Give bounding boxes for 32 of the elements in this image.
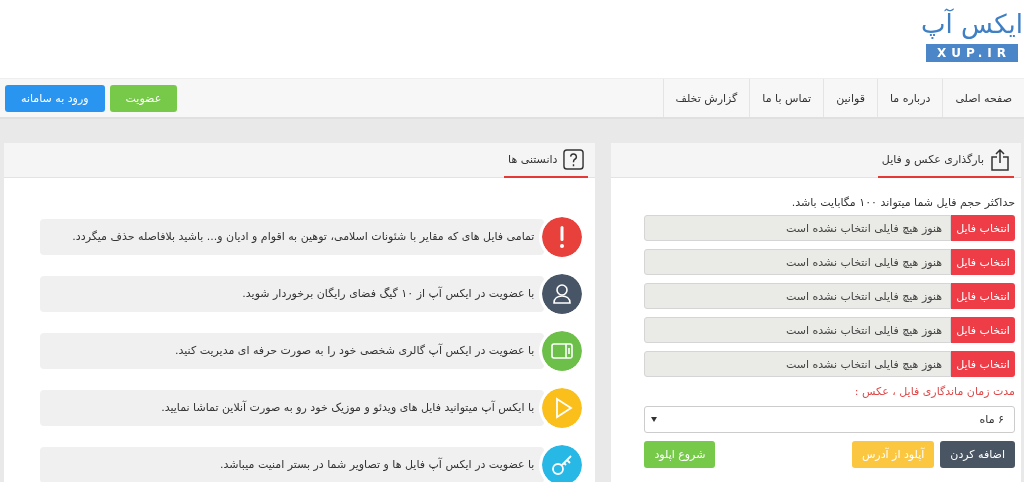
tip-text: با ایکس آپ میتوانید فایل های ویدئو و موزیک خود رو به صورت آنلاین تماشا نمایید.: [40, 390, 545, 426]
tab-label: دانستنی ها: [508, 153, 558, 166]
tab-label: بارگذاری عکس و فایل: [881, 153, 984, 166]
dropdown-caret-icon: [651, 417, 658, 422]
choose-file-button[interactable]: انتخاب فایل: [951, 317, 1015, 343]
file-name-field[interactable]: هنوز هیچ فایلی انتخاب نشده است: [644, 317, 951, 343]
choose-file-button[interactable]: انتخاب فایل: [951, 283, 1015, 309]
panel-tab[interactable]: دانستنی ها: [504, 143, 589, 178]
tip-text: با عضویت در ایکس آپ فایل ها و تصاویر شما در بستر امنیت میباشد.: [40, 447, 545, 482]
upload-icon: [990, 148, 1010, 171]
choose-file-button[interactable]: انتخاب فایل: [951, 351, 1015, 377]
help-icon: [563, 149, 585, 170]
file-name-field[interactable]: هنوز هیچ فایلی انتخاب نشده است: [644, 283, 951, 309]
choose-file-button[interactable]: انتخاب فایل: [951, 249, 1015, 275]
nav-link[interactable]: تماس با ما: [749, 79, 824, 117]
tip-text: با عضویت در ایکس آپ گالری شخصی خود را به صورت حرفه ای مدیریت کنید.: [40, 333, 545, 369]
tip-text: با عضویت در ایکس آپ از ۱۰ گیگ فضای رایگان برخوردار شوید.: [40, 276, 545, 312]
duration-select[interactable]: ۶ ماه: [644, 406, 1015, 433]
nav-link[interactable]: قوانین: [823, 79, 877, 117]
logo-domain: XUP.IR: [926, 44, 1018, 62]
logo-title: ایکس آپ: [921, 7, 1023, 41]
choose-file-button[interactable]: انتخاب فایل: [951, 215, 1015, 241]
duration-label: مدت زمان ماندگاری فایل ، عکس :: [853, 385, 1015, 398]
nav-link[interactable]: گزارش تخلف: [662, 79, 750, 117]
nav-link[interactable]: درباره ما: [876, 79, 943, 117]
nav-link[interactable]: صفحه اصلی: [942, 79, 1024, 117]
file-name-field[interactable]: هنوز هیچ فایلی انتخاب نشده است: [644, 351, 951, 377]
file-name-field[interactable]: هنوز هیچ فایلی انتخاب نشده است: [644, 215, 951, 241]
file-name-field[interactable]: هنوز هیچ فایلی انتخاب نشده است: [644, 249, 951, 275]
size-note: حداکثر حجم فایل شما میتواند ۱۰۰ مگابایت باشد.: [790, 196, 1015, 209]
tip-text: تمامی فایل های که مقایر با شئونات اسلامی، توهین به اقوام و ادیان و... باشید بلافاصله حذف میگردد.: [40, 219, 545, 255]
action-button[interactable]: اضافه کردن: [940, 441, 1015, 468]
